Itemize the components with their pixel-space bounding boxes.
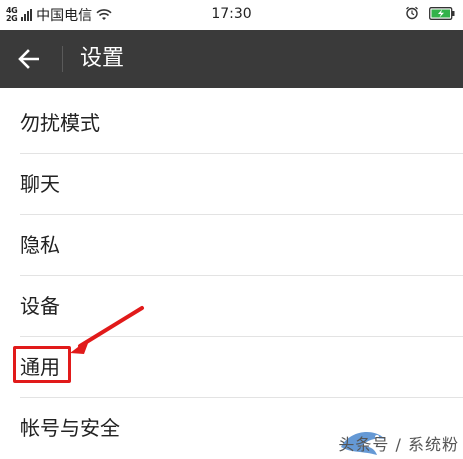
settings-item-do-not-disturb[interactable]: 勿扰模式 (0, 93, 463, 154)
alarm-icon (406, 6, 418, 20)
action-bar: 设置 (0, 30, 463, 88)
settings-item-label: 聊天 (20, 172, 60, 196)
red-arrow-annotation (70, 306, 144, 354)
page-title: 设置 (80, 46, 125, 71)
settings-item-label: 帐号与安全 (20, 416, 120, 440)
back-button[interactable] (14, 44, 44, 74)
action-bar-divider (62, 46, 63, 72)
phone-screen: 4G 2G 中国电信 17:30 设置 勿扰模式 聊天 隐私 设备 通用 帐号与… (0, 0, 463, 459)
status-time: 17:30 (211, 6, 252, 22)
arrow-left-icon (18, 49, 39, 69)
settings-item-chat[interactable]: 聊天 (0, 154, 463, 215)
settings-item-label: 勿扰模式 (20, 111, 100, 135)
status-right (405, 6, 455, 20)
status-bar: 4G 2G 中国电信 17:30 (0, 0, 463, 30)
settings-item-label: 设备 (20, 294, 60, 318)
settings-list: 勿扰模式 聊天 隐私 设备 通用 帐号与安全 (0, 88, 463, 459)
settings-item-label: 隐私 (20, 233, 60, 257)
battery-charging-icon (429, 6, 455, 20)
settings-item-privacy[interactable]: 隐私 (0, 215, 463, 276)
watermark-text: 头条号 / 系统粉 (338, 435, 459, 454)
